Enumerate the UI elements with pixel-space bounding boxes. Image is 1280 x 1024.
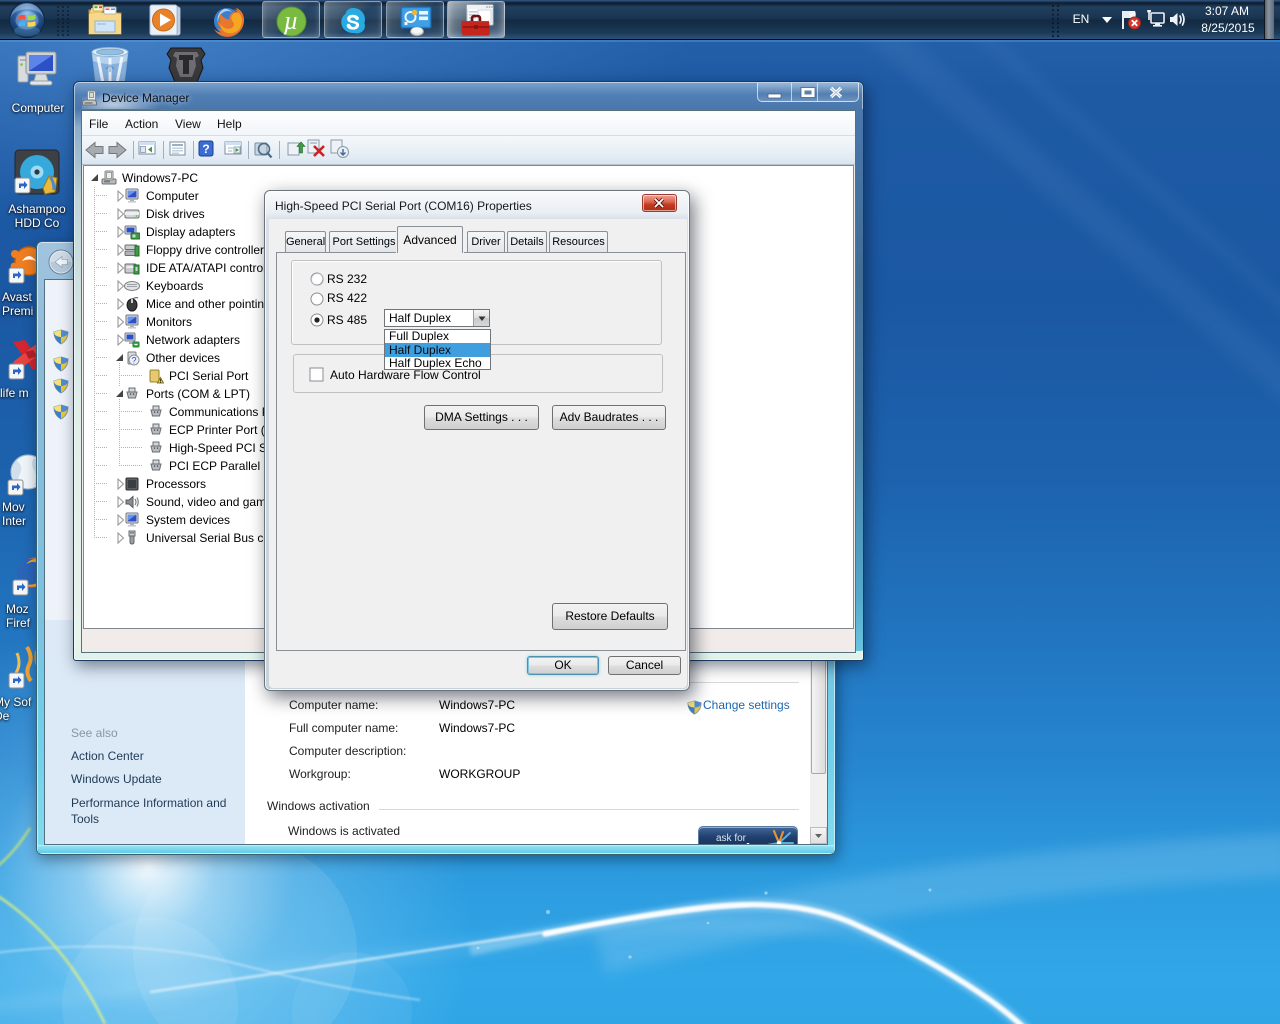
svg-text:?: ? [202,142,209,156]
svg-text:µ: µ [284,6,299,35]
